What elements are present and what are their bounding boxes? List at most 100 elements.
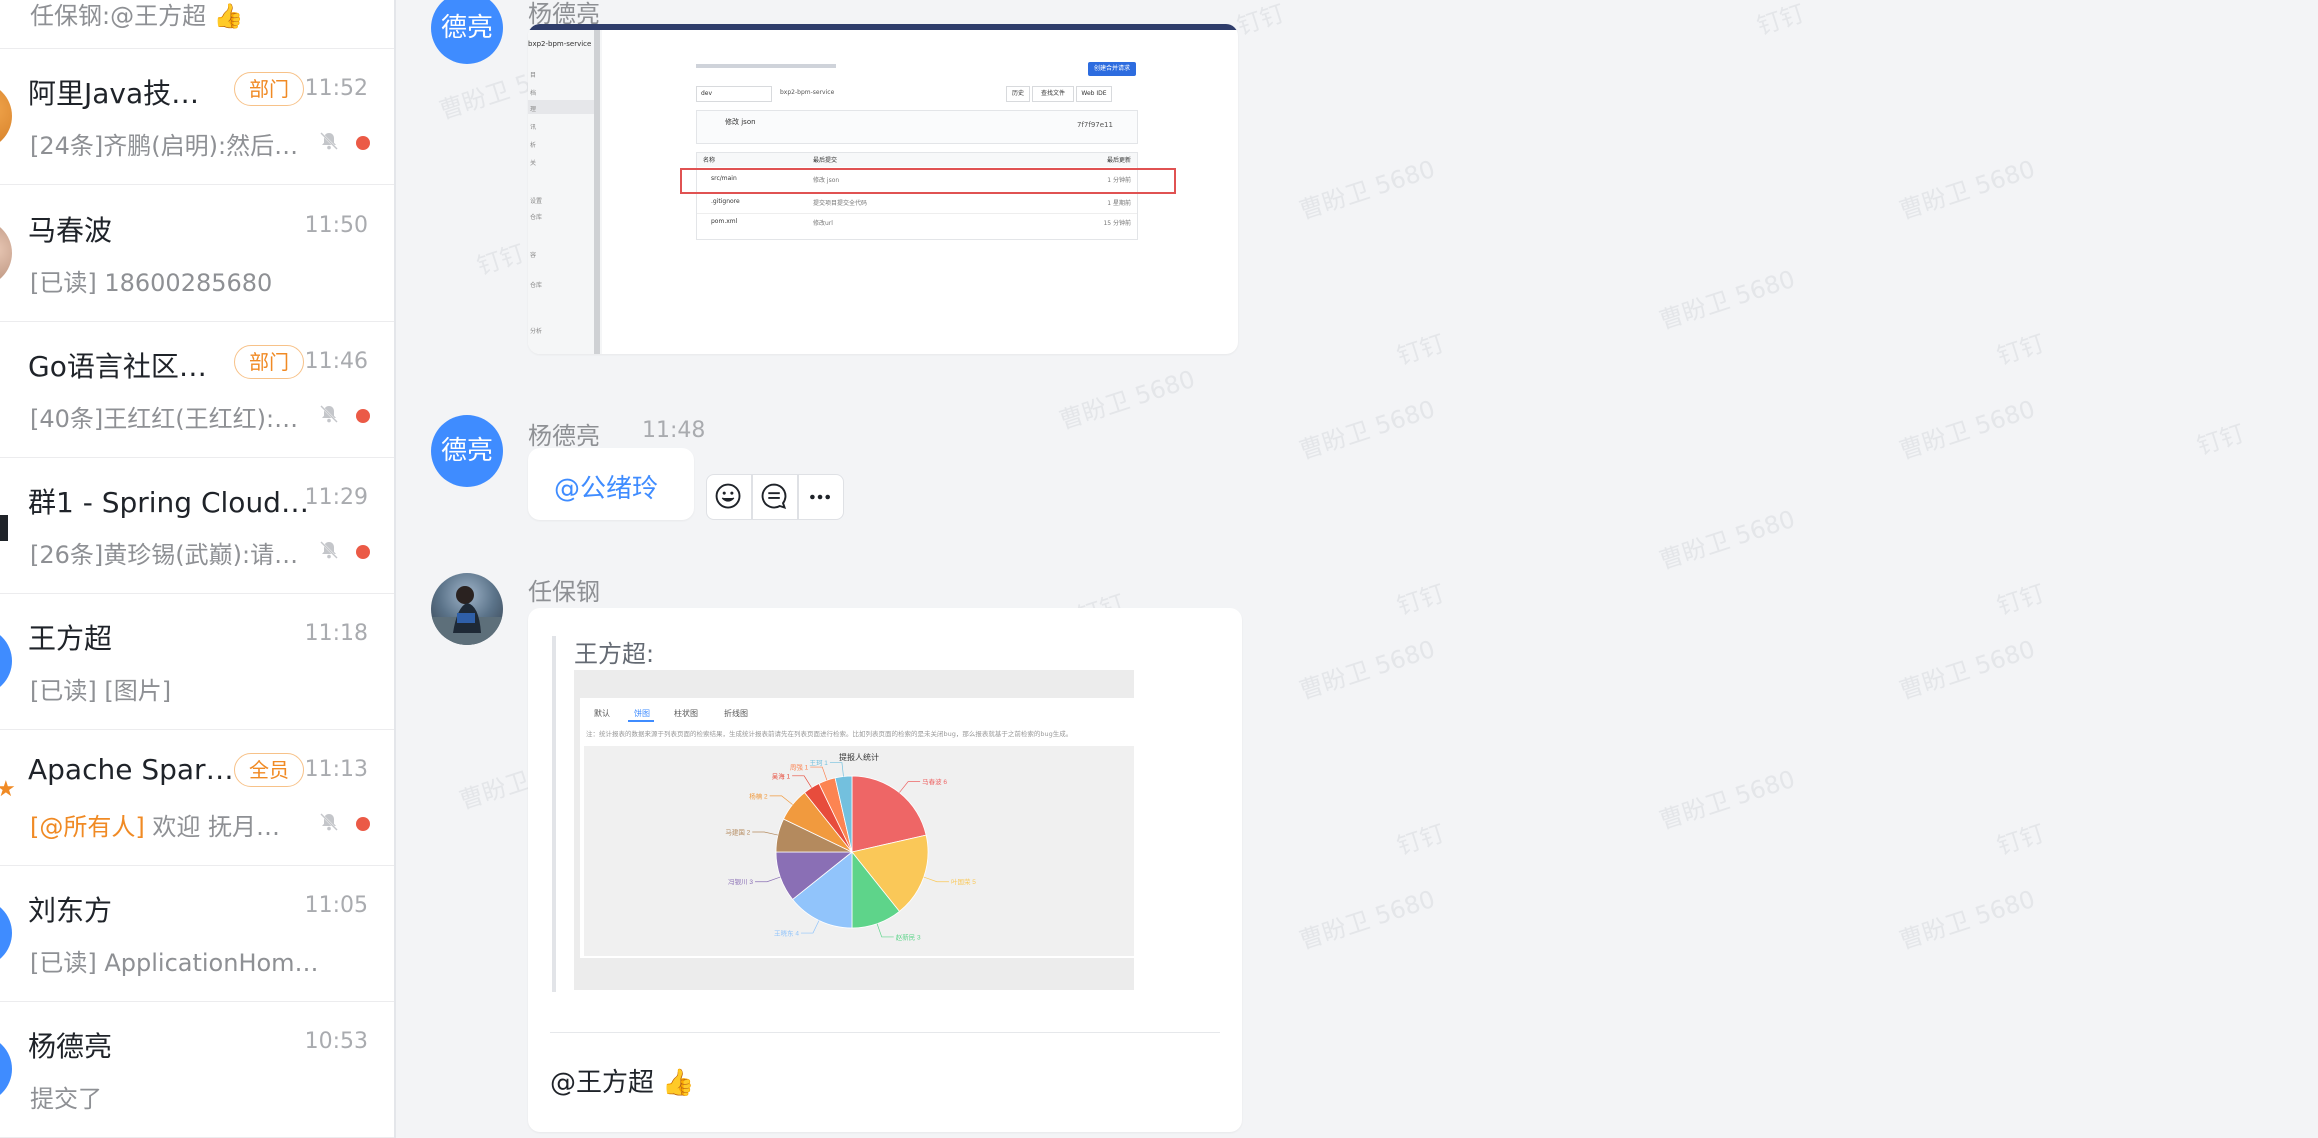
nav-item: 析 (530, 142, 537, 149)
commit-title: 修改 json (725, 118, 756, 126)
conversation-item-liu-dongfang[interactable]: 刘东方 11:05 [已读] ApplicationHom… (0, 865, 394, 1002)
conversation-time: 11:13 (304, 757, 368, 782)
watermark: 钉钉 (1993, 329, 2048, 371)
avatar (0, 1035, 12, 1103)
pie-label: 马建国 2 (725, 827, 750, 836)
commit-hash: 7f7f97e11 (1077, 121, 1113, 129)
reply-button[interactable] (752, 474, 798, 520)
unread-dot (356, 545, 370, 559)
preview-text: 欢迎 抚月… (144, 813, 280, 841)
sender-name: 杨德亮 (528, 422, 600, 450)
conversation-name: 杨德亮 (28, 1030, 113, 1063)
pie-label: 周强 1 (790, 764, 809, 772)
avatar[interactable]: 德亮 (431, 0, 503, 64)
avatar (0, 627, 12, 695)
screenshot-topbar (528, 24, 1238, 30)
pie-label: 杨楠 2 (749, 791, 768, 800)
watermark: 曹盼卫 5680 (1295, 634, 1439, 705)
conversation-name: 马春波 (28, 214, 113, 247)
unread-dot (356, 409, 370, 423)
watermark: 钉钉 (1393, 329, 1448, 371)
star-icon: ★ (0, 777, 16, 802)
chart-area: 提报人统计 马春波 6 叶国荣 5 赵新民 3 王晓东 4 冯银川 3 马建国 2 杨楠 2… (584, 746, 1134, 956)
pie-label: 冯银川 3 (728, 877, 753, 886)
pie-label-line (829, 762, 844, 777)
unread-dot (356, 817, 370, 831)
more-dots-icon (810, 494, 830, 500)
pie-label: 王珂 1 (810, 759, 829, 767)
watermark: 曹盼卫 5680 (1295, 884, 1439, 955)
smile-icon (715, 483, 741, 509)
conversation-list: 任保钢:@王方超 👍 阿里Java技… 部门 11:52 [24条]齐鹏(启明)… (0, 0, 396, 1138)
file-time: 1 星期前 (1107, 200, 1131, 207)
emoji-reaction-button[interactable] (706, 474, 752, 520)
pie-label-line (800, 920, 820, 934)
tab-pie: 饼图 (634, 709, 650, 718)
avatar[interactable] (431, 573, 503, 645)
reply-bubble-icon (761, 483, 787, 510)
watermark: 曹盼卫 5680 (1895, 884, 2039, 955)
nav-item: 目 (530, 72, 537, 79)
all-members-tag: 全员 (234, 753, 304, 787)
quote-author: 王方超: (574, 640, 655, 668)
conversation-preview: [已读] [图片] (30, 677, 172, 705)
web-ide-button: Web IDE (1076, 86, 1112, 102)
department-tag: 部门 (234, 345, 304, 379)
highlight-box (680, 168, 1176, 194)
pie-chart: 提报人统计 马春波 6 叶国荣 5 赵新民 3 王晓东 4 冯银川 3 马建国 2 杨楠 2… (725, 752, 976, 941)
nav-item: 仓库 (530, 282, 543, 289)
nav-item: 设置 (530, 198, 543, 205)
conversation-name: Go语言社区… (28, 350, 207, 383)
conversation-item-ma-chunbo[interactable]: 马春波 11:50 [已读] 18600285680 (0, 185, 394, 322)
file-name: pom.xml (711, 218, 738, 225)
screenshot-sidenav: bxp2-bpm-service 目 档 理 讯 析 关 设置 仓库 容 仓库 … (528, 30, 602, 354)
file-commit: 提交项目提交全代码 (813, 200, 868, 207)
mute-bell-icon (320, 541, 338, 559)
new-merge-request-button: 创建合并请求 (1088, 62, 1136, 76)
message-time: 11:48 (642, 418, 706, 443)
file-time: 15 分钟前 (1103, 220, 1131, 227)
text-message[interactable]: @公绪玲 (528, 448, 694, 520)
avatar[interactable]: 德亮 (431, 415, 503, 487)
divider (550, 1032, 1220, 1033)
conversation-item-previous[interactable]: 任保钢:@王方超 👍 (0, 0, 394, 49)
conversation-time: 11:50 (304, 213, 368, 238)
conversation-time: 10:53 (304, 1029, 368, 1054)
watermark: 曹盼卫 5680 (1055, 364, 1199, 435)
column-header: 最后提交 (813, 157, 838, 164)
quoted-image[interactable]: 默认 饼图 柱状图 折线图 注：统计报表的数据来源于列表页面的检索结果，生成统计… (574, 670, 1134, 990)
conversation-item-wang-fangchao[interactable]: 王方超 11:18 [已读] [图片] (0, 593, 394, 730)
column-header: 最后更新 (1106, 157, 1131, 164)
find-file-button: 查找文件 (1032, 86, 1074, 102)
conversation-preview: [已读] 18600285680 (30, 269, 273, 297)
pie-label-line (923, 876, 949, 883)
file-table: 名称 最后提交 最后更新 src/main 修改 json 1 分钟前 .git… (696, 152, 1138, 240)
nav-item: 仓库 (530, 214, 543, 221)
conversation-item-yang-deliang[interactable]: 杨德亮 10:53 提交了 (0, 1001, 394, 1138)
person-photo (431, 586, 503, 645)
branch-select: dev (696, 86, 772, 102)
more-options-button[interactable] (798, 474, 844, 520)
pie-label: 王晓东 4 (774, 929, 799, 938)
mention-all: [@所有人] (30, 813, 145, 841)
pie-label-line (792, 775, 812, 788)
mention-link[interactable]: @公绪玲 (554, 468, 658, 505)
watermark: 钉钉 (1993, 819, 2048, 861)
image-message[interactable]: bxp2-bpm-service 目 档 理 讯 析 关 设置 仓库 容 仓库 … (528, 24, 1238, 354)
watermark: 曹盼卫 5680 (1655, 504, 1799, 575)
nav-item: 容 (530, 252, 537, 259)
quote-reply-message[interactable]: 王方超: 默认 饼图 柱状图 折线图 注：统计报表的数据来源于列表页面的检索结果… (528, 608, 1242, 1132)
conversation-item-go-community[interactable]: Go语言社区… 部门 11:46 [40条]王红红(王红红):… (0, 321, 394, 458)
conversation-item-ali-java[interactable]: 阿里Java技… 部门 11:52 [24条]齐鹏(启明):然后… (0, 48, 394, 185)
conversation-item-apache-spark[interactable]: ★ Apache Spar… 全员 11:13 [@所有人] 欢迎 抚月… (0, 729, 394, 866)
conversation-preview: 任保钢:@王方超 👍 (30, 2, 244, 30)
tab-default: 默认 (594, 709, 610, 718)
file-name: .gitignore (711, 198, 740, 205)
pie-label-line (899, 781, 921, 793)
table-row: .gitignore 提交项目提交全代码 1 星期前 (697, 193, 1137, 214)
conversation-preview: [24条]齐鹏(启明):然后… (30, 132, 299, 160)
conversation-item-spring-cloud[interactable]: 群1 - Spring Cloud… 11:29 [26条]黄珍锡(武巅):请… (0, 457, 394, 594)
nav-item: 关 (530, 160, 537, 167)
conversation-time: 11:46 (304, 349, 368, 374)
department-tag: 部门 (234, 72, 304, 106)
